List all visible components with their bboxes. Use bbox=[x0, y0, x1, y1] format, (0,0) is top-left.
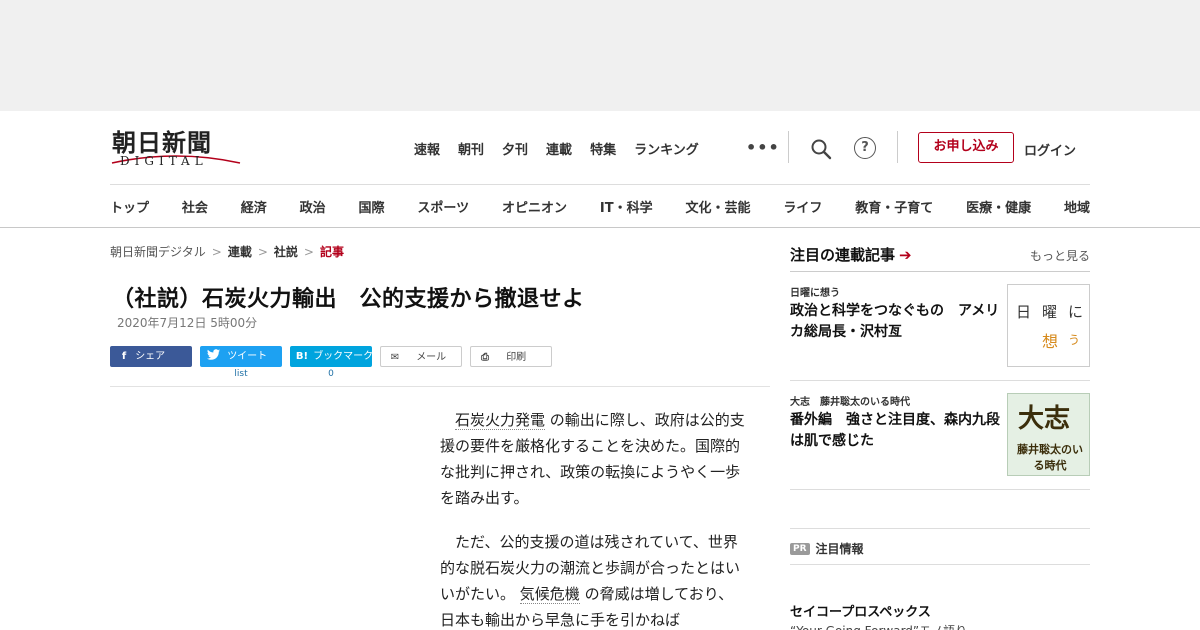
breadcrumb-separator: > bbox=[211, 245, 222, 259]
header-divider bbox=[110, 184, 1090, 185]
logo-subtitle: DIGITAL bbox=[120, 154, 208, 168]
category-item[interactable]: 政治 bbox=[300, 197, 326, 216]
featured-series-title[interactable]: 注目の連載記事 ➔ bbox=[790, 244, 912, 265]
share-divider bbox=[110, 386, 770, 387]
category-item[interactable]: スポーツ bbox=[417, 197, 469, 216]
article-title: （社説）石炭火力輸出 公的支援から撤退せよ bbox=[112, 287, 585, 312]
article-body: 石炭火力発電 の輸出に際し、政府は公的支援の要件を厳格化することを決めた。国際的… bbox=[440, 407, 746, 630]
search-icon[interactable] bbox=[810, 138, 832, 160]
pr-section-header: PR 注目情報 bbox=[790, 538, 864, 557]
series-article-title[interactable]: 番外編 強さと注目度、森内九段は肌で感じた bbox=[790, 410, 1002, 452]
breadcrumb-separator: > bbox=[303, 245, 314, 259]
category-item[interactable]: 社会 bbox=[182, 197, 208, 216]
keyword-link[interactable]: 石炭火力発電 bbox=[455, 411, 546, 430]
category-item[interactable]: 地域 bbox=[1064, 197, 1090, 216]
thumbnail-text: う bbox=[1068, 333, 1081, 347]
mail-share-button[interactable]: ✉ メール bbox=[380, 346, 462, 367]
divider bbox=[788, 131, 789, 163]
series-thumbnail[interactable]: 大志 藤井聡太のいる時代 bbox=[1007, 393, 1090, 476]
featured-series-item[interactable]: 日曜に想う 政治と科学をつなぐもの アメリカ総局長・沢村亙 日曜に 想 う bbox=[790, 284, 1090, 368]
facebook-share-button[interactable]: f シェア bbox=[110, 346, 192, 367]
series-article-title[interactable]: 政治と科学をつなぐもの アメリカ総局長・沢村亙 bbox=[790, 301, 1002, 343]
pr-badge: PR bbox=[790, 542, 810, 555]
pr-section-title: 注目情報 bbox=[815, 542, 864, 556]
help-icon[interactable]: ? bbox=[854, 137, 876, 159]
top-ad-banner bbox=[0, 0, 1200, 111]
category-item[interactable]: 文化・芸能 bbox=[685, 197, 750, 216]
series-label: 大志 藤井聡太のいる時代 bbox=[790, 397, 910, 408]
divider bbox=[897, 131, 898, 163]
twitter-count[interactable]: list bbox=[200, 369, 282, 379]
article-date: 2020年7月12日 5時00分 bbox=[117, 316, 258, 330]
category-item[interactable]: 国際 bbox=[359, 197, 385, 216]
hatena-icon: B! bbox=[295, 351, 309, 362]
facebook-share-label: シェア bbox=[135, 351, 166, 362]
asahi-digital-logo[interactable]: 朝日新聞 DIGITAL bbox=[110, 123, 242, 169]
category-item[interactable]: ライフ bbox=[783, 197, 822, 216]
keyword-link[interactable]: 気候危機 bbox=[519, 585, 580, 604]
printer-icon: ⎙ bbox=[481, 352, 489, 363]
series-thumbnail[interactable]: 日曜に 想 う bbox=[1007, 284, 1090, 367]
sponsor-title[interactable]: セイコープロスペックス bbox=[790, 601, 931, 620]
breadcrumb-item[interactable]: 朝日新聞デジタル bbox=[110, 245, 206, 259]
mail-icon: ✉ bbox=[390, 352, 400, 363]
hatena-bookmark-button[interactable]: B! ブックマーク bbox=[290, 346, 374, 367]
category-item[interactable]: IT・科学 bbox=[600, 197, 653, 216]
sidebar-divider bbox=[790, 489, 1090, 490]
breadcrumb: 朝日新聞デジタル > 連載 > 社説 > 記事 bbox=[110, 243, 344, 260]
twitter-icon bbox=[207, 349, 220, 360]
print-button[interactable]: ⎙ 印刷 bbox=[470, 346, 552, 367]
top-nav: 速報 朝刊 夕刊 連載 特集 ランキング bbox=[414, 139, 717, 158]
breadcrumb-item[interactable]: 社説 bbox=[274, 245, 298, 259]
thumbnail-text: 想 bbox=[1042, 332, 1059, 351]
thumbnail-text: 藤井聡太のいる時代 bbox=[1017, 443, 1083, 472]
category-item[interactable]: 医療・健康 bbox=[966, 197, 1031, 216]
print-label: 印刷 bbox=[506, 352, 527, 363]
article-paragraph: 石炭火力発電 の輸出に際し、政府は公的支援の要件を厳格化することを決めた。国際的… bbox=[440, 407, 746, 511]
category-nav: トップ 社会 経済 政治 国際 スポーツ オピニオン IT・科学 文化・芸能 ラ… bbox=[110, 197, 1090, 216]
arrow-right-icon: ➔ bbox=[899, 246, 912, 264]
thumbnail-text: 日曜に bbox=[1016, 303, 1095, 321]
featured-series-heading: 注目の連載記事 bbox=[790, 246, 896, 264]
sidebar-divider bbox=[790, 564, 1090, 565]
top-nav-item[interactable]: 速報 bbox=[414, 139, 440, 158]
top-nav-item[interactable]: 朝刊 bbox=[458, 139, 484, 158]
series-label: 日曜に想う bbox=[790, 288, 840, 299]
site-header: 朝日新聞 DIGITAL 速報 朝刊 夕刊 連載 特集 ランキング ••• ? … bbox=[0, 111, 1200, 228]
article-paragraph: ただ、公的支援の道は残されていて、世界的な脱石炭火力の潮流と歩調が合ったとはいい… bbox=[440, 529, 746, 630]
featured-series-header: 注目の連載記事 ➔ もっと見る bbox=[790, 244, 1090, 272]
category-item[interactable]: トップ bbox=[110, 197, 149, 216]
login-link[interactable]: ログイン bbox=[1024, 140, 1076, 159]
top-nav-item[interactable]: 特集 bbox=[590, 139, 616, 158]
breadcrumb-item[interactable]: 連載 bbox=[228, 245, 252, 259]
category-item[interactable]: 経済 bbox=[241, 197, 267, 216]
twitter-share-label: ツイート bbox=[227, 351, 268, 362]
more-menu-icon[interactable]: ••• bbox=[746, 138, 780, 157]
apply-button[interactable]: お申し込み bbox=[918, 132, 1014, 163]
top-nav-item[interactable]: 連載 bbox=[546, 139, 572, 158]
featured-series-item[interactable]: 大志 藤井聡太のいる時代 番外編 強さと注目度、森内九段は肌で感じた 大志 藤井… bbox=[790, 393, 1090, 477]
facebook-icon: f bbox=[121, 351, 127, 362]
sidebar-divider bbox=[790, 380, 1090, 381]
category-item[interactable]: 教育・子育て bbox=[855, 197, 933, 216]
mail-share-label: メール bbox=[416, 352, 447, 363]
top-nav-item[interactable]: ランキング bbox=[634, 139, 699, 158]
category-item[interactable]: オピニオン bbox=[502, 197, 567, 216]
sponsor-subtitle[interactable]: “Your Going Forward”モノ語り bbox=[790, 622, 967, 630]
see-more-link[interactable]: もっと見る bbox=[1030, 247, 1090, 264]
sidebar-divider bbox=[790, 528, 1090, 529]
top-nav-item[interactable]: 夕刊 bbox=[502, 139, 528, 158]
thumbnail-text: 大志 bbox=[1018, 404, 1071, 434]
hatena-bookmark-label: ブックマーク bbox=[313, 351, 374, 362]
hatena-count[interactable]: 0 bbox=[290, 369, 372, 379]
twitter-share-button[interactable]: ツイート bbox=[200, 346, 282, 367]
breadcrumb-current: 記事 bbox=[319, 245, 344, 259]
breadcrumb-separator: > bbox=[257, 245, 268, 259]
